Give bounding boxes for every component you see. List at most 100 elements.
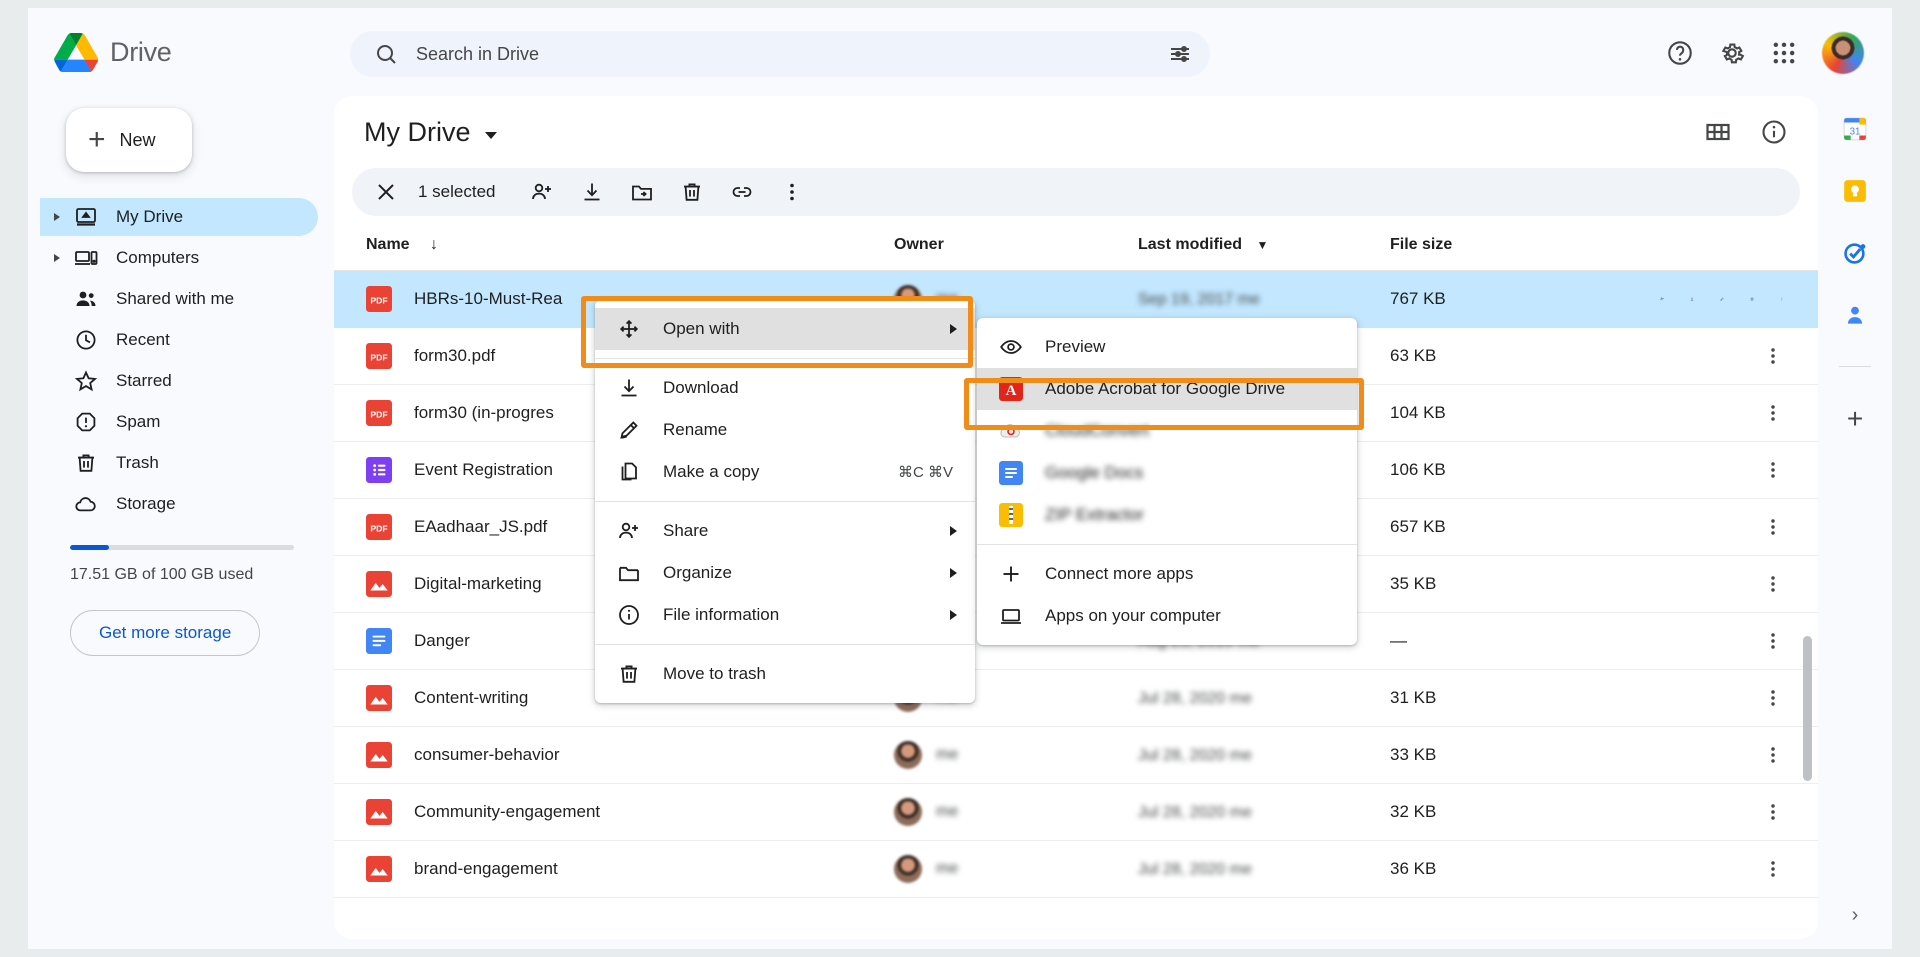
new-button[interactable]: + New bbox=[66, 108, 192, 172]
submenu-item-zip-extractor[interactable]: ZIP Extractor bbox=[977, 494, 1357, 536]
table-row[interactable]: Community-engagementmeJul 28, 2020 me32 … bbox=[334, 784, 1818, 841]
cell-file-size: 767 KB bbox=[1390, 271, 1660, 328]
menu-item-make-a-copy[interactable]: Make a copy ⌘C ⌘V bbox=[595, 451, 975, 493]
cell-name[interactable]: brand-engagement bbox=[334, 841, 894, 898]
google-contacts-icon[interactable] bbox=[1842, 302, 1868, 328]
more-vert-icon[interactable] bbox=[1762, 516, 1784, 538]
file-name: HBRs-10-Must-Rea bbox=[414, 289, 562, 309]
share-icon[interactable] bbox=[530, 180, 554, 204]
cell-name[interactable]: Community-engagement bbox=[334, 784, 894, 841]
sidebar-item-recent[interactable]: Recent bbox=[40, 321, 318, 359]
table-row[interactable]: brand-engagementmeJul 28, 2020 me36 KB bbox=[334, 841, 1818, 898]
column-header-last-modified[interactable]: Last modified ▼ bbox=[1138, 216, 1390, 271]
sidebar-item-computers[interactable]: Computers bbox=[40, 239, 318, 277]
menu-item-label: File information bbox=[663, 605, 950, 625]
menu-item-label: Open with bbox=[663, 319, 950, 339]
tune-filter-icon[interactable] bbox=[1168, 42, 1192, 66]
search-input[interactable] bbox=[398, 44, 1168, 65]
avatar[interactable] bbox=[1822, 32, 1864, 74]
cell-actions bbox=[1660, 556, 1818, 613]
expand-caret-icon[interactable] bbox=[54, 254, 60, 262]
more-vert-icon[interactable] bbox=[1762, 687, 1784, 709]
move-folder-icon[interactable] bbox=[630, 180, 654, 204]
more-vert-icon[interactable] bbox=[1762, 345, 1784, 367]
more-vert-icon[interactable] bbox=[780, 180, 804, 204]
menu-item-rename[interactable]: Rename bbox=[595, 409, 975, 451]
share-icon[interactable] bbox=[1660, 287, 1664, 311]
menu-item-download[interactable]: Download bbox=[595, 367, 975, 409]
column-header-file-size[interactable]: File size bbox=[1390, 216, 1660, 271]
add-shortcut-button[interactable]: + bbox=[1847, 405, 1863, 433]
adobe-acrobat-icon: A bbox=[999, 377, 1023, 401]
sidebar-item-starred[interactable]: Starred bbox=[40, 362, 318, 400]
cell-actions bbox=[1660, 784, 1818, 841]
submenu-item-preview[interactable]: Preview bbox=[977, 326, 1357, 368]
chevron-down-icon[interactable] bbox=[485, 132, 497, 139]
top-bar: Drive bbox=[28, 8, 1892, 96]
info-icon[interactable] bbox=[1760, 118, 1788, 146]
menu-item-shortcut: ⌘C ⌘V bbox=[898, 463, 953, 481]
column-header-owner[interactable]: Owner bbox=[894, 216, 1138, 271]
download-icon[interactable] bbox=[1690, 287, 1694, 311]
submenu-item-connect-more-apps[interactable]: Connect more apps bbox=[977, 553, 1357, 595]
google-calendar-icon[interactable]: 31 bbox=[1842, 116, 1868, 142]
expand-panel-button[interactable]: › bbox=[1852, 904, 1859, 927]
sidebar-item-shared-with-me[interactable]: Shared with me bbox=[40, 280, 318, 318]
more-vert-icon[interactable] bbox=[1762, 459, 1784, 481]
apps-grid-icon[interactable] bbox=[1770, 39, 1798, 67]
more-vert-icon[interactable] bbox=[1762, 744, 1784, 766]
more-vert-icon[interactable] bbox=[1762, 801, 1784, 823]
table-row[interactable]: Content-writingmeJul 28, 2020 me31 KB bbox=[334, 670, 1818, 727]
submenu-item-apps-on-your-computer[interactable]: Apps on your computer bbox=[977, 595, 1357, 637]
help-icon[interactable] bbox=[1666, 39, 1694, 67]
more-vert-icon[interactable] bbox=[1762, 630, 1784, 652]
link-icon[interactable] bbox=[730, 180, 754, 204]
menu-item-share[interactable]: Share bbox=[595, 510, 975, 552]
trash-icon[interactable] bbox=[680, 180, 704, 204]
google-keep-icon[interactable] bbox=[1842, 178, 1868, 204]
sidebar-item-label: Recent bbox=[116, 330, 170, 350]
submenu-item-cloudconvert[interactable]: CloudConvert bbox=[977, 410, 1357, 452]
menu-item-organize[interactable]: Organize bbox=[595, 552, 975, 594]
cell-actions bbox=[1660, 328, 1818, 385]
sidebar-item-spam[interactable]: Spam bbox=[40, 403, 318, 441]
svg-text:31: 31 bbox=[1850, 126, 1861, 137]
download-icon bbox=[617, 376, 641, 400]
cell-name[interactable]: consumer-behavior bbox=[334, 727, 894, 784]
selection-count: 1 selected bbox=[418, 182, 496, 202]
more-vert-icon[interactable] bbox=[1762, 573, 1784, 595]
get-more-storage-button[interactable]: Get more storage bbox=[70, 610, 260, 656]
cell-file-size: — bbox=[1390, 613, 1660, 670]
sidebar-item-my-drive[interactable]: My Drive bbox=[40, 198, 318, 236]
sidebar-item-storage[interactable]: Storage bbox=[40, 485, 318, 523]
more-vert-icon[interactable] bbox=[1780, 288, 1784, 310]
grid-view-icon[interactable] bbox=[1704, 118, 1732, 146]
image-file-icon bbox=[366, 685, 392, 711]
close-icon[interactable] bbox=[374, 180, 398, 204]
column-header-name[interactable]: Name ↓ bbox=[334, 216, 894, 271]
avatar bbox=[894, 855, 922, 883]
more-vert-icon[interactable] bbox=[1762, 858, 1784, 880]
download-icon[interactable] bbox=[580, 180, 604, 204]
search-bar[interactable] bbox=[350, 31, 1210, 77]
chevron-down-icon: ▼ bbox=[1256, 238, 1268, 252]
submenu-item-google-docs[interactable]: Google Docs bbox=[977, 452, 1357, 494]
svg-text:A: A bbox=[1006, 383, 1017, 399]
more-vert-icon[interactable] bbox=[1762, 402, 1784, 424]
file-size-value: 35 KB bbox=[1390, 574, 1436, 593]
expand-caret-icon[interactable] bbox=[54, 213, 60, 221]
menu-item-open-with[interactable]: Open with bbox=[595, 308, 975, 350]
brand[interactable]: Drive bbox=[28, 32, 328, 72]
rename-icon[interactable] bbox=[1720, 287, 1724, 311]
computer-icon bbox=[74, 246, 98, 270]
submenu-item-adobe-acrobat[interactable]: A Adobe Acrobat for Google Drive bbox=[977, 368, 1357, 410]
vertical-scrollbar[interactable] bbox=[1803, 636, 1812, 781]
main-header-actions bbox=[1704, 118, 1788, 146]
sidebar-item-trash[interactable]: Trash bbox=[40, 444, 318, 482]
star-icon[interactable] bbox=[1750, 287, 1754, 311]
menu-item-file-information[interactable]: File information bbox=[595, 594, 975, 636]
gear-icon[interactable] bbox=[1718, 39, 1746, 67]
menu-item-move-to-trash[interactable]: Move to trash bbox=[595, 653, 975, 695]
table-row[interactable]: consumer-behaviormeJul 28, 2020 me33 KB bbox=[334, 727, 1818, 784]
google-tasks-icon[interactable] bbox=[1842, 240, 1868, 266]
